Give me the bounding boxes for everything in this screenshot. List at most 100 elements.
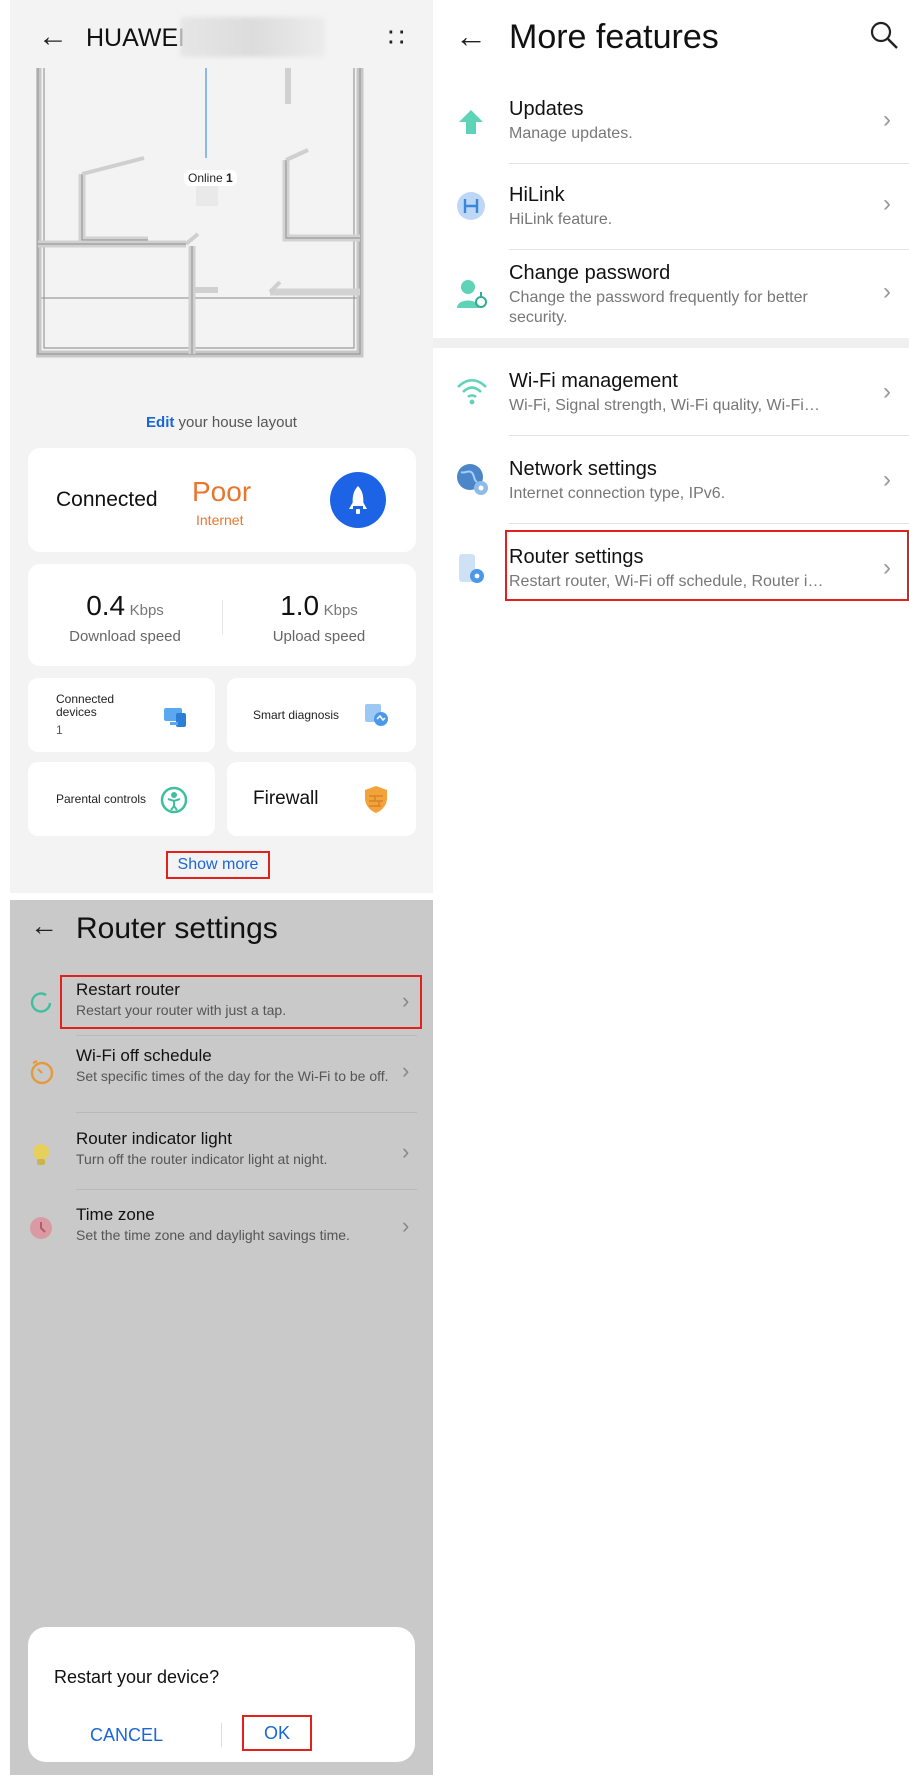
chevron-right-icon: › [402,1139,410,1164]
chevron-right-icon: › [883,278,891,305]
feature-desc: Change the password frequently for bette… [509,289,808,326]
clock-icon [30,1217,52,1239]
firewall-tile[interactable]: Firewall [227,762,416,836]
feature-item-hilink[interactable]: HiLink HiLink feature. › [433,180,909,252]
download-label: Download speed [69,628,181,645]
divider [509,435,909,436]
feature-item-updates[interactable]: Updates Manage updates. › [433,92,909,164]
chevron-right-icon: › [883,466,891,493]
online-badge: Online 1 [184,170,237,186]
chevron-right-icon: › [402,1058,410,1083]
search-icon[interactable] [869,20,899,50]
more-features-panel: ← More features Updates Manage updates. … [433,0,909,900]
parental-controls-label: Parental controls [56,792,147,806]
router-home-panel: ← HUAWEI ∷ Online 1 Edit your house layo… [10,0,433,893]
feature-item-network-settings[interactable]: Network settings Internet connection typ… [433,454,909,526]
restart-icon [30,992,52,1013]
setting-name: Time zone [76,1205,155,1224]
download-value: 0.4 [86,590,126,621]
updates-icon [459,110,483,134]
feature-desc: HiLink feature. [509,211,613,228]
divider [509,249,909,250]
connected-label: Connected [56,488,158,511]
section-separator [433,338,909,348]
divider [76,1112,417,1113]
setting-item-time-zone[interactable]: Time zone Set the time zone and daylight… [10,1205,433,1263]
speed-card: 0.4 Kbps Download speed 1.0 Kbps Upload … [28,564,416,666]
highlight-restart-router [60,975,422,1029]
firewall-shield-icon [365,786,387,813]
feature-name: Change password [509,262,671,284]
devices-icon [164,708,186,727]
show-more-button[interactable]: Show more [166,851,270,879]
connected-devices-label: Connected devices [56,692,115,719]
more-options-icon[interactable]: ∷ [388,22,407,53]
upload-speed: 1.0 Kbps Upload speed [222,590,416,645]
parental-controls-tile[interactable]: Parental controls [28,762,215,836]
quality-label: Poor [192,476,252,507]
cancel-button[interactable]: CANCEL [90,1725,163,1746]
online-label: Online [188,171,223,185]
timer-icon [30,1060,54,1085]
dialog-divider [221,1723,222,1747]
chevron-right-icon: › [883,378,891,405]
top-bar: ← HUAWEI ∷ [10,10,433,62]
feature-item-change-password[interactable]: Change password Change the password freq… [433,260,909,338]
router-settings-icon [459,554,484,583]
setting-name: Wi-Fi off schedule [76,1046,212,1065]
setting-desc: Set specific times of the day for the Wi… [76,1068,389,1084]
divider [76,1035,417,1036]
connected-devices-tile[interactable]: Connected devices 1 [28,678,215,752]
upload-label: Upload speed [272,628,366,645]
connection-status-card[interactable]: Connected Poor Internet [28,448,416,552]
restart-confirm-dialog: Restart your device? CANCEL OK [28,1627,415,1762]
setting-name: Router indicator light [76,1129,232,1148]
lightbulb-icon [33,1144,49,1165]
setting-desc: Turn off the router indicator light at n… [76,1151,328,1167]
back-arrow-icon[interactable]: ← [455,18,487,55]
router-title: HUAWEI [86,24,186,52]
download-unit: Kbps [129,602,164,619]
router-settings-panel: ← Router settings Restart router Restart… [10,900,433,1775]
upload-value: 1.0 [280,590,320,621]
dialog-question: Restart your device? [54,1667,220,1687]
setting-item-indicator-light[interactable]: Router indicator light Turn off the rout… [10,1129,433,1195]
redacted-name [180,17,325,57]
setting-desc: Set the time zone and daylight savings t… [76,1227,350,1243]
parental-controls-icon [160,786,188,814]
online-count: 1 [226,171,233,185]
feature-desc: Manage updates. [509,125,633,142]
smart-diagnosis-label: Smart diagnosis [253,708,340,722]
page-title: More features [509,18,719,56]
chevron-right-icon: › [883,190,891,217]
highlight-router-settings [505,530,909,601]
wifi-icon [457,378,487,405]
hilink-icon [457,192,485,220]
edit-layout-text: your house layout [178,414,297,431]
edit-layout-link[interactable]: Edit [146,414,174,431]
smart-diagnosis-icon [365,704,388,726]
feature-item-wifi-management[interactable]: Wi-Fi management Wi-Fi, Signal strength,… [433,366,909,438]
back-arrow-icon[interactable]: ← [38,20,68,54]
network-settings-icon [457,464,488,495]
edit-layout-line: Edit your house layout [10,414,433,431]
setting-item-wifi-off-schedule[interactable]: Wi-Fi off schedule Set specific times of… [10,1044,433,1114]
chevron-right-icon: › [402,1213,410,1238]
divider [76,1189,417,1190]
quality-sub-label: Internet [196,512,244,528]
feature-name: Network settings [509,458,657,480]
ok-button[interactable]: OK [242,1715,312,1751]
change-password-icon [457,280,487,308]
smart-diagnosis-tile[interactable]: Smart diagnosis [227,678,416,752]
feature-name: Updates [509,98,584,120]
rocket-accelerate-icon[interactable] [330,472,386,528]
upload-unit: Kbps [323,602,358,619]
download-speed: 0.4 Kbps Download speed [28,590,222,645]
feature-desc: Internet connection type, IPv6. [509,485,726,502]
chevron-right-icon: › [883,106,891,133]
feature-name: HiLink [509,184,565,206]
back-arrow-icon[interactable]: ← [30,910,58,942]
house-layout-map[interactable] [36,68,370,358]
feature-desc: Wi-Fi, Signal strength, Wi-Fi quality, W… [509,397,820,414]
divider [509,523,909,524]
